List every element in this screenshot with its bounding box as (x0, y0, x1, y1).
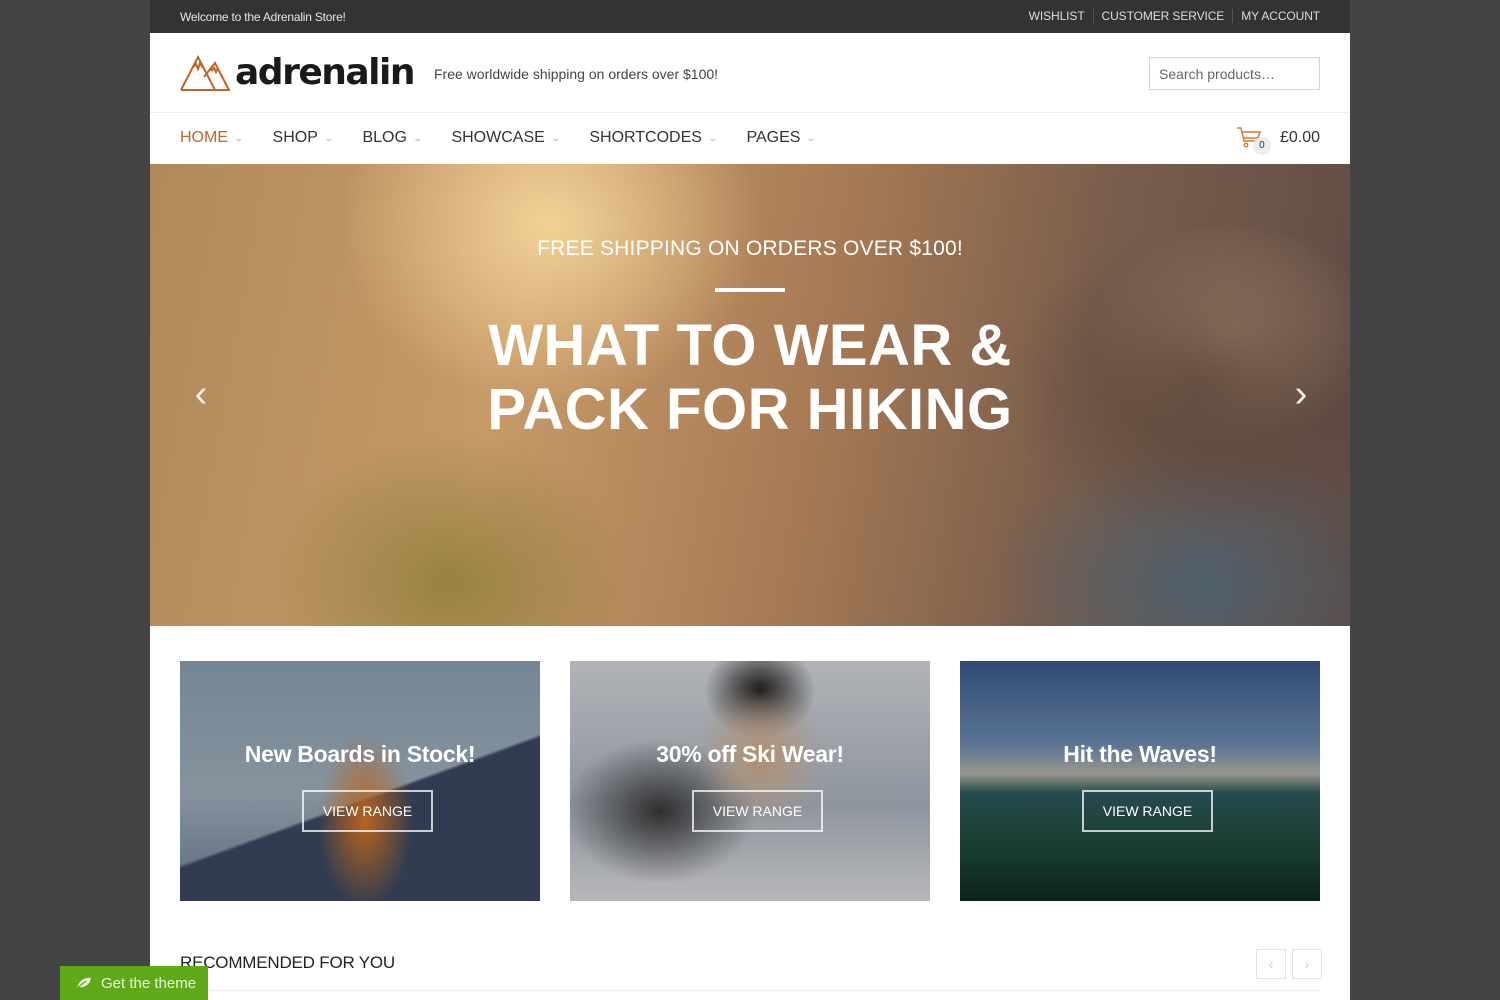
view-range-button[interactable]: VIEW RANGE (1082, 790, 1213, 832)
site-header: adrenalin Free worldwide shipping on ord… (150, 33, 1350, 113)
hero-title-line-2: PACK FOR HIKING (487, 377, 1013, 442)
chevron-right-icon: › (1294, 373, 1308, 415)
divider (180, 990, 1320, 991)
divider (1232, 9, 1234, 23)
promo-card[interactable]: Hit the Waves! VIEW RANGE (960, 661, 1320, 901)
logo-text: adrenalin (235, 52, 415, 93)
chevron-down-icon: ⌄ (550, 132, 561, 143)
nav-item-blog[interactable]: BLOG ⌄ (362, 129, 423, 147)
search-input[interactable] (1149, 57, 1320, 90)
slider-next-button[interactable]: › (1286, 374, 1316, 414)
nav-label: BLOG (362, 129, 407, 146)
main-nav: HOME ⌄ SHOP ⌄ BLOG ⌄ SHOWCASE ⌄ SHORTCODES ⌄ … (150, 113, 1350, 164)
hero-subtitle: FREE SHIPPING ON ORDERS OVER $100! (537, 237, 963, 260)
promo-image (180, 661, 540, 901)
chevron-left-icon: ‹ (1268, 956, 1274, 972)
nav-item-showcase[interactable]: SHOWCASE ⌄ (451, 129, 561, 147)
recommended-heading: RECOMMENDED FOR YOU (180, 953, 396, 972)
mountain-logo-icon (180, 54, 230, 91)
chevron-down-icon: ⌄ (707, 132, 719, 143)
nav-label: SHOP (272, 129, 318, 146)
logo[interactable]: adrenalin (180, 52, 415, 93)
hero-title: WHAT TO WEAR & PACK FOR HIKING (150, 314, 1350, 442)
cart-icon: 0 (1236, 125, 1271, 155)
top-bar: Welcome to the Adrenalin Store! WISHLIST… (150, 0, 1350, 33)
shipping-tagline: Free worldwide shipping on orders over $… (434, 66, 719, 82)
slider-prev-button[interactable]: ‹ (186, 374, 216, 414)
chevron-down-icon: ⌄ (323, 132, 334, 143)
wishlist-link[interactable]: WISHLIST (1029, 9, 1085, 23)
hero-slider: FREE SHIPPING ON ORDERS OVER $100! WHAT … (150, 164, 1350, 626)
hero-divider (715, 288, 785, 292)
recommended-prev-button[interactable]: ‹ (1256, 949, 1286, 979)
my-account-link[interactable]: MY ACCOUNT (1241, 9, 1320, 23)
chevron-down-icon: ⌄ (233, 132, 245, 143)
chevron-right-icon: › (1304, 956, 1310, 972)
view-range-button[interactable]: VIEW RANGE (302, 790, 433, 832)
view-range-button[interactable]: VIEW RANGE (692, 790, 823, 832)
nav-label: SHOWCASE (451, 129, 545, 146)
get-theme-button[interactable]: Get the theme (60, 966, 208, 1000)
nav-label: PAGES (746, 129, 801, 146)
cart-count-badge: 0 (1252, 137, 1271, 155)
divider (1092, 9, 1094, 23)
leaf-icon (76, 977, 91, 989)
nav-label: SHORTCODES (589, 129, 702, 146)
recommended-next-button[interactable]: › (1292, 949, 1322, 979)
chevron-down-icon: ⌄ (412, 132, 423, 143)
promo-card[interactable]: 30% off Ski Wear! VIEW RANGE (570, 661, 930, 901)
cart-button[interactable]: 0 £0.00 (1236, 125, 1320, 155)
nav-item-shop[interactable]: SHOP ⌄ (272, 129, 334, 147)
promo-title: New Boards in Stock! (244, 741, 476, 767)
nav-item-home[interactable]: HOME ⌄ (180, 129, 245, 147)
customer-service-link[interactable]: CUSTOMER SERVICE (1102, 9, 1225, 23)
cart-total: £0.00 (1279, 129, 1320, 146)
nav-item-pages[interactable]: PAGES ⌄ (746, 129, 817, 147)
top-links: WISHLIST CUSTOMER SERVICE MY ACCOUNT (1029, 9, 1320, 23)
nav-label: HOME (180, 129, 228, 146)
promo-title: 30% off Ski Wear! (656, 741, 844, 767)
promo-image (570, 661, 930, 901)
hero-title-line-1: WHAT TO WEAR & (488, 313, 1012, 378)
get-theme-label: Get the theme (101, 974, 197, 992)
chevron-left-icon: ‹ (194, 373, 208, 415)
chevron-down-icon: ⌄ (805, 132, 817, 143)
promo-image (960, 661, 1320, 901)
promo-card[interactable]: New Boards in Stock! VIEW RANGE (180, 661, 540, 901)
welcome-message: Welcome to the Adrenalin Store! (180, 10, 346, 24)
nav-item-shortcodes[interactable]: SHORTCODES ⌄ (589, 129, 719, 147)
promo-title: Hit the Waves! (1063, 741, 1217, 767)
